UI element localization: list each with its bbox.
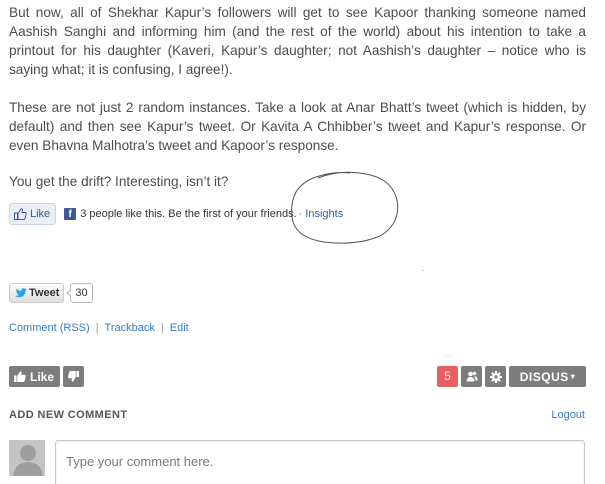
stray-dot: [422, 270, 423, 271]
caret-down-icon: ▾: [570, 372, 576, 381]
facebook-logo-icon: f: [64, 208, 77, 220]
edit-link[interactable]: Edit: [170, 322, 189, 334]
link-separator: |: [160, 322, 164, 334]
thumbs-down-icon: [68, 371, 79, 382]
facebook-like-label: Like: [30, 208, 51, 220]
logout-link[interactable]: Logout: [551, 409, 585, 421]
comment-rss-link[interactable]: Comment (RSS): [9, 322, 90, 334]
default-user-icon: [9, 440, 45, 476]
hand-drawn-circle-annotation: [291, 171, 399, 244]
disqus-logo-menu[interactable]: DISQUS ▾: [509, 366, 586, 387]
link-separator: |: [95, 322, 99, 334]
gear-icon: [489, 370, 502, 383]
disqus-community-button[interactable]: [461, 366, 482, 387]
trackback-link[interactable]: Trackback: [105, 322, 155, 334]
post-links: Comment (RSS) | Trackback | Edit: [9, 322, 189, 334]
disqus-dislike-button[interactable]: [63, 366, 84, 387]
article-paragraph-1: But now, all of Shekhar Kapur’s follower…: [9, 5, 586, 77]
facebook-social-text: 3 people like this. Be the first of your…: [80, 208, 297, 220]
tweet-count-bubble[interactable]: 30: [66, 283, 93, 303]
disqus-like-label: Like: [30, 369, 55, 384]
disqus-logo-text: DISQUS: [519, 369, 569, 384]
article-paragraph-2: These are not just 2 random instances. T…: [9, 100, 586, 153]
disqus-like-button[interactable]: Like: [9, 366, 61, 387]
disqus-toolbar: Like 5 DISQUS ▾: [9, 366, 586, 388]
comment-input[interactable]: Type your comment here.: [55, 440, 585, 484]
twitter-widget: Tweet 30: [9, 283, 93, 303]
thumbs-up-icon: [14, 371, 26, 382]
tweet-button[interactable]: Tweet: [9, 283, 65, 303]
disqus-comment-count[interactable]: 5: [437, 366, 458, 387]
disqus-settings-button[interactable]: [485, 366, 506, 387]
thumbs-up-icon: [14, 208, 27, 220]
tweet-label: Tweet: [29, 287, 60, 299]
twitter-bird-icon: [15, 288, 27, 298]
avatar: [9, 440, 45, 476]
add-comment-heading: ADD NEW COMMENT: [9, 409, 128, 421]
users-icon: [466, 371, 478, 382]
facebook-like-button[interactable]: Like: [9, 203, 57, 225]
